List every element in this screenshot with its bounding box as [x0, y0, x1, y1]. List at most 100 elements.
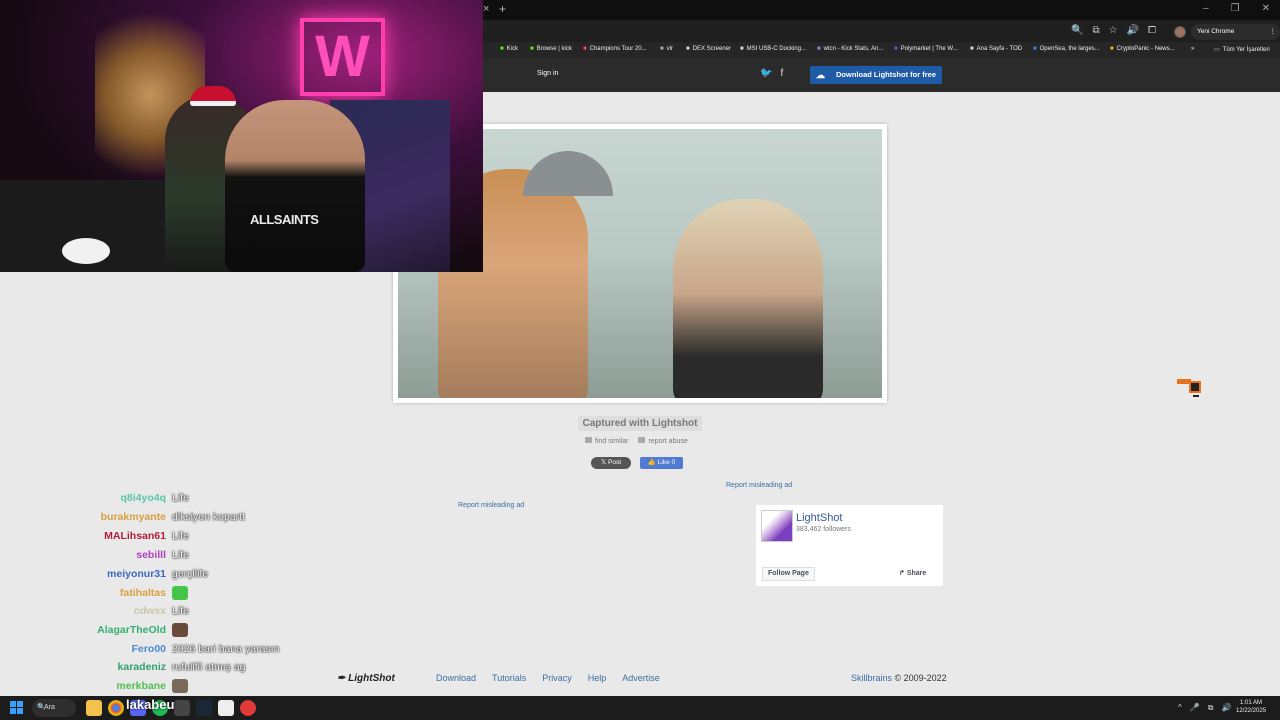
- chat-message: fatihaltas: [0, 585, 300, 601]
- bookmark-msi-docking[interactable]: ■ MSI USB-C Docking...: [740, 46, 806, 52]
- bookmark-polymarket[interactable]: ■ Polymarket | The W...: [894, 46, 958, 52]
- chat-text: 2026 bari bana yarasın: [172, 643, 280, 655]
- all-bookmarks[interactable]: ▭ Tüm Yer İşaretleri: [1214, 46, 1270, 53]
- chat-text: Life: [172, 605, 189, 617]
- computer-mouse: [62, 238, 110, 264]
- chat-text: gerçllife: [172, 568, 209, 580]
- system-tray: ^ 🎤 ⧉ 🔊: [1178, 703, 1231, 713]
- bookmark-dex-screener[interactable]: ■ DEX Screener: [686, 46, 731, 52]
- chat-username: AlagarTheOld: [97, 624, 166, 636]
- chat-text: diksiyon kopartt: [172, 511, 245, 523]
- chat-text: Life: [172, 549, 189, 561]
- fb-page-name[interactable]: LightShot: [796, 512, 842, 524]
- close-window-icon[interactable]: ✕: [1262, 3, 1270, 14]
- bookmark-browse-kick[interactable]: ■ Browse | kick: [530, 46, 572, 52]
- footer-privacy[interactable]: Privacy: [542, 673, 572, 683]
- sign-in-link[interactable]: Sign in: [537, 70, 558, 77]
- chat-message: meiyonur31 gerçllife: [0, 566, 300, 582]
- x-post-button[interactable]: 𝕏 Post: [591, 457, 631, 469]
- chat-username: Fero00: [131, 643, 166, 655]
- footer-tutorials[interactable]: Tutorials: [492, 673, 526, 683]
- chat-username: q8i4yo4q: [120, 492, 166, 504]
- chat-text: Life: [172, 530, 189, 542]
- chat-emote: [172, 679, 188, 693]
- cloud-download-icon: ☁: [816, 70, 825, 80]
- report-abuse-link[interactable]: report abuse: [638, 437, 688, 445]
- clock-date: 12/22/2025: [1236, 708, 1267, 714]
- app-icon[interactable]: [174, 700, 190, 716]
- chat-message: AlagarTheOld: [0, 622, 300, 638]
- chat-message: cdwsx Life: [0, 603, 300, 619]
- webcam-overlay: W ALLSAINTS: [0, 0, 483, 272]
- find-similar-link[interactable]: find similar: [585, 437, 628, 445]
- chat-username: sebilll: [136, 549, 166, 561]
- chat-username: cdwsx: [133, 605, 166, 617]
- window-controls: – ❐ ✕: [1203, 3, 1270, 14]
- share-button[interactable]: ↱ Share: [899, 567, 926, 581]
- costumed-person-right: [673, 199, 823, 398]
- bookmark-champions-tour[interactable]: ■ Champions Tour 20...: [583, 46, 647, 52]
- windows-taskbar: 🔍 Ara ^ 🎤 ⧉ 🔊 1:01 AM 12/22/2025: [0, 696, 1280, 720]
- chrome-update-button[interactable]: Yeni Chrome kullanılabilir ⋮: [1191, 24, 1280, 51]
- bookmark-kick[interactable]: ■ Kick: [500, 46, 518, 52]
- twitter-icon[interactable]: 🐦: [760, 68, 772, 79]
- chat-text: rufuiifii atmış ag: [172, 661, 246, 673]
- bookmark-star-icon[interactable]: ☆: [1109, 25, 1118, 36]
- chat-message: merkbane: [0, 678, 300, 694]
- report-ad-right[interactable]: Report misleading ad: [726, 482, 792, 489]
- taskbar-search[interactable]: 🔍 Ara: [32, 699, 76, 717]
- facebook-icon[interactable]: f: [780, 68, 783, 79]
- maximize-icon[interactable]: ❐: [1231, 3, 1240, 14]
- microphone-icon[interactable]: 🎤: [1190, 703, 1200, 713]
- new-tab-icon[interactable]: +: [499, 2, 506, 16]
- media-icon[interactable]: 🔊: [1127, 25, 1139, 36]
- volume-icon[interactable]: 🔊: [1221, 703, 1231, 713]
- taskbar-clock[interactable]: 1:01 AM 12/22/2025: [1236, 699, 1266, 715]
- facebook-like-button[interactable]: 👍 Like 0: [640, 457, 683, 469]
- install-icon[interactable]: ⧉: [1092, 25, 1099, 36]
- bookmark-cryptopanic[interactable]: ■ CryptoPanic - News...: [1110, 46, 1175, 52]
- bookmarks-overflow[interactable]: »: [1191, 46, 1194, 52]
- image-icon: [585, 437, 592, 443]
- chrome-icon[interactable]: [108, 700, 124, 716]
- chat-username: merkbane: [116, 680, 166, 692]
- app-icon[interactable]: [240, 700, 256, 716]
- network-icon[interactable]: ⧉: [1208, 703, 1214, 713]
- download-lightshot-button[interactable]: ☁ Download Lightshot for free: [810, 66, 942, 84]
- menu-dots-icon[interactable]: ⋮: [1270, 24, 1277, 40]
- zoom-icon[interactable]: 🔍: [1071, 25, 1083, 36]
- steam-icon[interactable]: [196, 700, 212, 716]
- bookmark-vlr[interactable]: ■ vlr: [660, 46, 673, 52]
- chat-username: karadeniz: [117, 661, 166, 673]
- footer-help[interactable]: Help: [588, 673, 607, 683]
- report-ad-left[interactable]: Report misleading ad: [458, 502, 524, 509]
- chat-username: fatihaltas: [119, 587, 166, 599]
- file-explorer-icon[interactable]: [86, 700, 102, 716]
- footer-advertise[interactable]: Advertise: [622, 673, 660, 683]
- footer-download[interactable]: Download: [436, 673, 476, 683]
- bookmark-wtcn[interactable]: ■ wtcn - Kick Stats, An...: [817, 46, 883, 52]
- chat-message: sebilll Life: [0, 547, 300, 563]
- tab-close-icon[interactable]: ×: [483, 3, 489, 15]
- skillbrains-link[interactable]: Skillbrains: [851, 673, 892, 683]
- minimize-icon[interactable]: –: [1203, 3, 1209, 14]
- extensions-icon[interactable]: ⧠: [1148, 25, 1156, 36]
- chat-emote: [172, 586, 188, 600]
- bookmark-opensea[interactable]: ■ OpenSea, the larges...: [1033, 46, 1100, 52]
- windows-start-icon[interactable]: [10, 701, 23, 714]
- chat-message: burakmyante diksiyon kopartt: [0, 509, 300, 525]
- floating-mascot-icon: [1177, 379, 1207, 397]
- santa-hat: [190, 86, 236, 106]
- shirt-logo: ALLSAINTS: [250, 212, 319, 227]
- profile-avatar[interactable]: [1174, 26, 1186, 38]
- lightshot-logo[interactable]: [761, 510, 793, 542]
- tray-expand-icon[interactable]: ^: [1178, 703, 1182, 713]
- follow-page-button[interactable]: Follow Page: [762, 567, 815, 581]
- social-icons: 🐦 f: [760, 68, 783, 79]
- bookmark-ana-sayfa[interactable]: ■ Ana Sayfa - TOD: [970, 46, 1022, 52]
- chat-username: MALihsan61: [104, 530, 166, 542]
- app-icon[interactable]: [218, 700, 234, 716]
- captured-with-lightshot: Captured with Lightshot: [578, 416, 702, 431]
- fb-followers: 383,462 followers: [796, 526, 851, 533]
- footer-logo[interactable]: ✒ LightShot: [337, 673, 395, 684]
